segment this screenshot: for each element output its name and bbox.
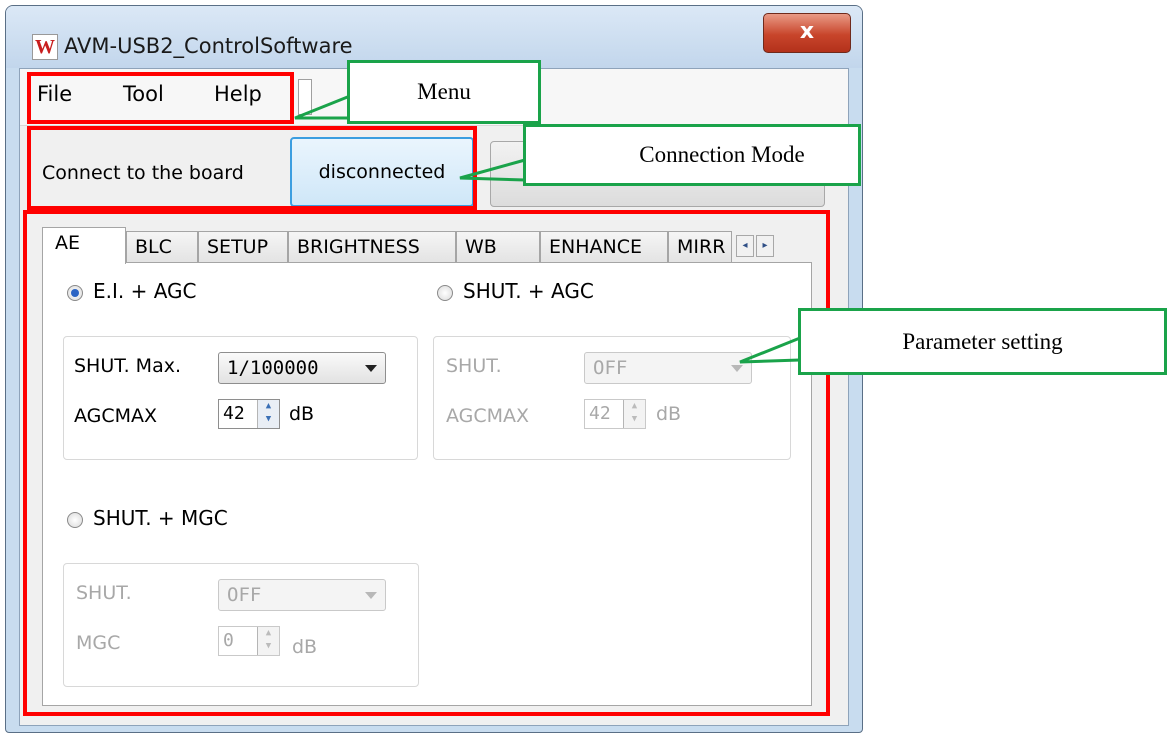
parameter-highlight-box <box>23 210 830 716</box>
menu-highlight-box <box>27 72 294 124</box>
tab-ae[interactable]: AE <box>42 227 126 264</box>
connection-highlight-box <box>27 126 477 210</box>
window-title: AVM-USB2_ControlSoftware <box>64 34 353 58</box>
menu-callout: Menu <box>347 60 541 124</box>
parameter-setting-callout: Parameter setting <box>798 308 1167 375</box>
close-button[interactable]: x <box>763 13 851 53</box>
menu-separator <box>298 79 312 115</box>
connection-mode-callout: Connection Mode <box>523 124 861 186</box>
title-bar[interactable]: W AVM-USB2_ControlSoftware x <box>6 6 862 68</box>
app-logo-icon: W <box>32 34 58 60</box>
